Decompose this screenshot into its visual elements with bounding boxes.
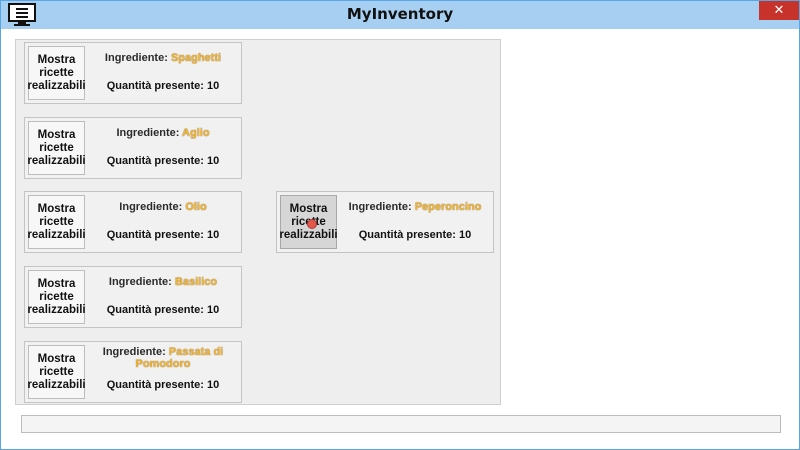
ingredient-label: Ingrediente: Aglio bbox=[89, 127, 237, 139]
window-title: MyInventory bbox=[346, 5, 454, 23]
ingredient-label: Ingrediente: Spaghetti bbox=[89, 52, 237, 64]
ingredient-name: Aglio bbox=[182, 127, 210, 139]
status-bar bbox=[21, 415, 781, 433]
mouse-cursor-indicator bbox=[307, 219, 317, 229]
quantity-prefix: Quantità presente: bbox=[358, 229, 459, 241]
ingredient-name: Olio bbox=[185, 201, 207, 213]
show-recipes-button[interactable]: Mostra ricette realizzabili bbox=[27, 121, 86, 175]
quantity-label: Quantità presente: 10 bbox=[89, 80, 237, 92]
quantity-value: 10 bbox=[207, 304, 220, 316]
close-button[interactable]: ✕ bbox=[759, 1, 799, 20]
ingredient-card: Mostra ricette realizzabili Ingrediente:… bbox=[24, 42, 242, 104]
ingredient-label: Ingrediente: Peperoncino bbox=[341, 201, 489, 213]
ingredient-label: Ingrediente: Basilico bbox=[89, 276, 237, 288]
ingredient-card: Mostra ricette realizzabili Ingrediente:… bbox=[24, 266, 242, 328]
quantity-label: Quantità presente: 10 bbox=[89, 379, 237, 391]
quantity-label: Quantità presente: 10 bbox=[89, 229, 237, 241]
quantity-prefix: Quantità presente: bbox=[106, 379, 207, 391]
ingredient-prefix: Ingrediente: bbox=[116, 127, 183, 139]
quantity-label: Quantità presente: 10 bbox=[341, 229, 489, 241]
app-window: MyInventory ✕ Mostra ricette realizzabil… bbox=[0, 0, 800, 450]
ingredient-label: Ingrediente: Olio bbox=[89, 201, 237, 213]
ingredient-label: Ingrediente: Passata di Pomodoro bbox=[89, 346, 237, 370]
quantity-value: 10 bbox=[459, 229, 472, 241]
quantity-label: Quantità presente: 10 bbox=[89, 155, 237, 167]
ingredient-name: Basilico bbox=[174, 276, 218, 288]
quantity-value: 10 bbox=[207, 155, 220, 167]
quantity-value: 10 bbox=[207, 379, 220, 391]
ingredient-card: Mostra ricette realizzabili Ingrediente:… bbox=[24, 191, 242, 253]
ingredient-prefix: Ingrediente: bbox=[119, 201, 186, 213]
show-recipes-button[interactable]: Mostra ricette realizzabili bbox=[27, 195, 86, 249]
quantity-value: 10 bbox=[207, 229, 220, 241]
quantity-prefix: Quantità presente: bbox=[106, 229, 207, 241]
ingredient-prefix: Ingrediente: bbox=[108, 276, 175, 288]
show-recipes-button[interactable]: Mostra ricette realizzabili bbox=[27, 46, 86, 100]
ingredient-name: Spaghetti bbox=[170, 52, 222, 64]
show-recipes-button[interactable]: Mostra ricette realizzabili bbox=[27, 345, 86, 399]
ingredients-panel: Mostra ricette realizzabili Ingrediente:… bbox=[15, 39, 501, 405]
quantity-prefix: Quantità presente: bbox=[106, 155, 207, 167]
quantity-label: Quantità presente: 10 bbox=[89, 304, 237, 316]
ingredient-card: Mostra ricette realizzabili Ingrediente:… bbox=[24, 341, 242, 403]
quantity-value: 10 bbox=[207, 80, 220, 92]
ingredient-prefix: Ingrediente: bbox=[104, 52, 171, 64]
ingredient-prefix: Ingrediente: bbox=[102, 346, 169, 358]
quantity-prefix: Quantità presente: bbox=[106, 304, 207, 316]
ingredient-card: Mostra ricette realizzabili Ingrediente:… bbox=[24, 117, 242, 179]
quantity-prefix: Quantità presente: bbox=[106, 80, 207, 92]
show-recipes-button[interactable]: Mostra ricette realizzabili bbox=[27, 270, 86, 324]
ingredient-prefix: Ingrediente: bbox=[348, 201, 415, 213]
title-bar[interactable]: MyInventory ✕ bbox=[1, 1, 799, 29]
ingredient-name: Peperoncino bbox=[414, 201, 482, 213]
